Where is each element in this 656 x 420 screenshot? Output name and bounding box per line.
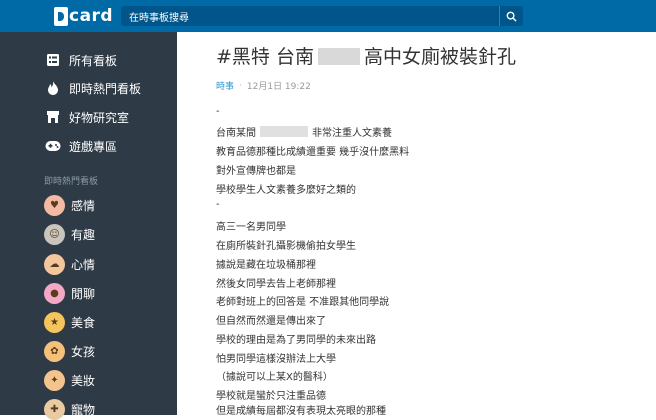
top-navigation-bar: card 在時事板搜尋 [0, 0, 656, 32]
search-button[interactable] [499, 6, 523, 26]
sidebar-board-girl[interactable]: ✿ 女孩 [44, 340, 95, 362]
post-line: 教育品德那種比成績還重要 幾乎沒什麼黑料 [216, 147, 410, 158]
sidebar-board-chat[interactable]: ● 閒聊 [44, 282, 95, 304]
hot-boards-section-title: 即時熱門看板 [44, 177, 99, 187]
post-meta: 時事 · 12月1日 19:22 [216, 79, 311, 93]
post-line: 學校就是蠻於只注重品德 [216, 391, 326, 402]
sidebar-item-label: 即時熱門看板 [69, 81, 142, 96]
post-line: 然後女同學去告上老師那裡 [216, 279, 336, 290]
post-line: - [216, 106, 220, 117]
sidebar-board-mood[interactable]: ☁ 心情 [44, 253, 95, 275]
gamepad-icon [44, 137, 62, 155]
sidebar-item-label: 所有看板 [69, 53, 118, 68]
post-board-link[interactable]: 時事 [216, 79, 234, 92]
sidebar-item-label: 好物研究室 [69, 110, 130, 125]
board-avatar-icon: ★ [44, 311, 65, 333]
redacted-school-name [260, 126, 308, 137]
sidebar-item-label: 感情 [71, 198, 96, 213]
post-line: 老師對班上的回答是 不准跟其他同學說 [216, 297, 390, 308]
board-avatar-icon: ♥ [44, 194, 65, 216]
search-input[interactable]: 在時事板搜尋 [129, 9, 189, 24]
sidebar-item-label: 有趣 [71, 227, 96, 242]
post-date: 12月1日 19:22 [246, 82, 311, 92]
logo-text: card [69, 6, 114, 26]
sidebar-board-pets[interactable]: ✚ 寵物 [44, 398, 95, 420]
post-line: 學校學生人文素養多麼好之類的 [216, 185, 356, 196]
meta-separator: · [239, 80, 242, 91]
post-line: 高三一名男同學 [216, 222, 286, 233]
sidebar-board-food[interactable]: ★ 美食 [44, 311, 95, 333]
sidebar-item-good-stuff[interactable]: 好物研究室 [44, 107, 129, 127]
sidebar-item-hot-boards[interactable]: 即時熱門看板 [44, 78, 141, 98]
sidebar-item-label: 心情 [71, 257, 96, 272]
sidebar: 所有看板 即時熱門看板 好物研究室 遊戲專區 即時熱門看板 ♥ 感情 ☺ 有趣 … [0, 32, 177, 420]
search-bar[interactable]: 在時事板搜尋 [121, 6, 523, 26]
post-title-prefix: #黑特 台南 [216, 46, 314, 68]
post-line: 台南某間 非常注重人文素養 [216, 124, 392, 139]
sidebar-board-funny[interactable]: ☺ 有趣 [44, 223, 95, 245]
board-avatar-icon: ☺ [44, 223, 65, 245]
board-avatar-icon: ✚ [44, 398, 65, 420]
board-avatar-icon: ● [44, 282, 65, 304]
search-icon [506, 11, 517, 22]
store-icon [44, 108, 62, 126]
boards-icon [44, 51, 62, 69]
sidebar-item-label: 閒聊 [71, 286, 96, 301]
post-line: 但自然而然還是傳出來了 [216, 316, 326, 327]
dcard-logo[interactable]: card [54, 4, 113, 28]
sidebar-item-label: 女孩 [71, 344, 96, 359]
board-avatar-icon: ✦ [44, 369, 65, 391]
post-line: 對外宣傳牌也都是 [216, 166, 296, 177]
post-title: #黑特 台南 高中女廁被裝針孔 [216, 42, 636, 74]
post-line-text-after: 非常注重人文素養 [312, 128, 392, 139]
sidebar-item-label: 遊戲專區 [69, 139, 118, 154]
sidebar-item-label: 美食 [71, 315, 96, 330]
post-line: 學校的理由是為了男同學的未來出路 [216, 335, 376, 346]
post-title-suffix: 高中女廁被裝針孔 [363, 46, 516, 68]
sidebar-item-games[interactable]: 遊戲專區 [44, 136, 117, 156]
fire-icon [44, 79, 62, 97]
sidebar-item-all-boards[interactable]: 所有看板 [44, 50, 117, 70]
sidebar-board-makeup[interactable]: ✦ 美妝 [44, 369, 95, 391]
post-content-area: #黑特 台南 高中女廁被裝針孔 時事 · 12月1日 19:22 - 台南某間 非常… [177, 32, 656, 417]
post-line: - [216, 199, 220, 210]
redacted-school-name [317, 48, 360, 65]
post-line: （據說可以上某X的醫科） [216, 372, 333, 383]
board-avatar-icon: ☁ [44, 253, 65, 275]
board-avatar-icon: ✿ [44, 340, 65, 362]
post-line-text: 台南某間 [216, 128, 256, 139]
post-line: 但是成績每屆都沒有表現太亮眼的那種 [216, 406, 386, 417]
logo-d-mark [54, 6, 68, 26]
post-line: 據說是藏在垃圾桶那裡 [216, 260, 316, 271]
post-line: 怕男同學這樣沒辦法上大學 [216, 354, 336, 365]
sidebar-board-feelings[interactable]: ♥ 感情 [44, 194, 95, 216]
sidebar-item-label: 美妝 [71, 373, 96, 388]
post-line: 在廁所裝針孔攝影機偷拍女學生 [216, 241, 356, 252]
